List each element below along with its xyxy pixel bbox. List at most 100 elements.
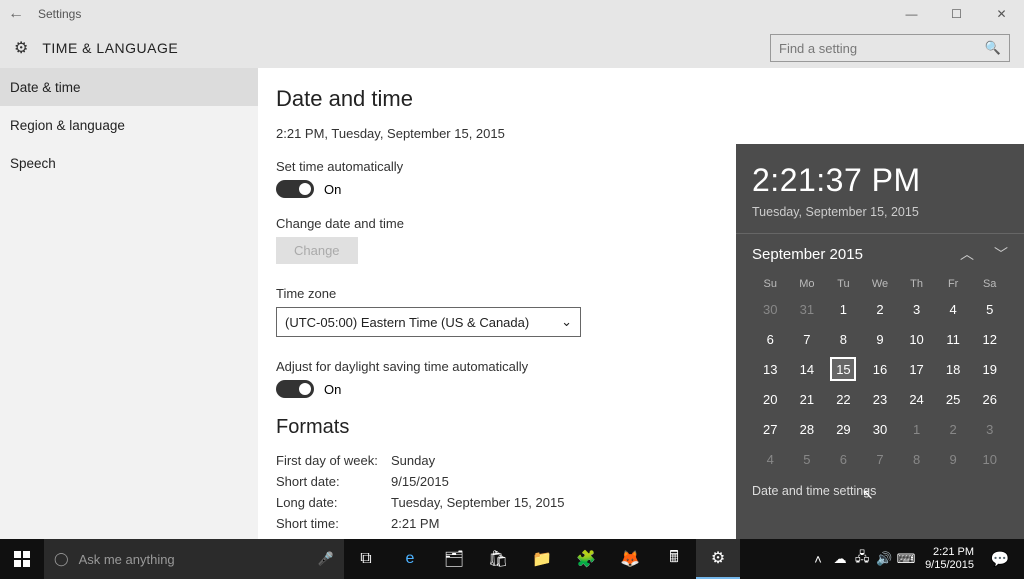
calculator-icon[interactable]: 🖩 bbox=[652, 539, 696, 579]
start-button[interactable] bbox=[0, 539, 44, 579]
calendar-day[interactable]: 30 bbox=[862, 414, 899, 444]
calendar-day[interactable]: 15 bbox=[825, 354, 862, 384]
sidebar-item-speech[interactable]: Speech bbox=[0, 144, 258, 182]
firefox-icon[interactable]: 🦊 bbox=[608, 539, 652, 579]
calendar-day[interactable]: 10 bbox=[898, 324, 935, 354]
cortana-icon: ◯ bbox=[54, 551, 69, 567]
calendar-day[interactable]: 3 bbox=[898, 294, 935, 324]
calendar-day[interactable]: 6 bbox=[825, 444, 862, 474]
sidebar-item-date-time[interactable]: Date & time bbox=[0, 68, 258, 106]
calendar-day[interactable]: 1 bbox=[898, 414, 935, 444]
section-heading: TIME & LANGUAGE bbox=[42, 40, 178, 56]
titlebar: ← Settings — ☐ ✕ bbox=[0, 0, 1024, 28]
calendar-day[interactable]: 25 bbox=[935, 384, 972, 414]
fmt-val: 2:21 PM bbox=[391, 516, 439, 531]
toggle-state: On bbox=[324, 382, 341, 397]
calendar-dow: Th bbox=[898, 274, 935, 294]
calendar-day[interactable]: 1 bbox=[825, 294, 862, 324]
clock-date: 9/15/2015 bbox=[925, 559, 974, 572]
input-icon[interactable]: ⌨ bbox=[895, 551, 917, 567]
header: ⚙ TIME & LANGUAGE Find a setting 🔍 bbox=[0, 28, 1024, 68]
calendar-day[interactable]: 9 bbox=[862, 324, 899, 354]
flyout-month[interactable]: September 2015 bbox=[752, 246, 863, 263]
calendar-day[interactable]: 9 bbox=[935, 444, 972, 474]
calendar-day[interactable]: 22 bbox=[825, 384, 862, 414]
calendar: SuMoTuWeThFrSa 3031123456789101112131415… bbox=[752, 274, 1008, 474]
timezone-select[interactable]: (UTC-05:00) Eastern Time (US & Canada) ⌄ bbox=[276, 307, 581, 337]
calendar-day[interactable]: 29 bbox=[825, 414, 862, 444]
minimize-button[interactable]: — bbox=[889, 0, 934, 28]
file-explorer-icon[interactable]: 🗂 bbox=[432, 539, 476, 579]
calendar-day[interactable]: 8 bbox=[825, 324, 862, 354]
calendar-day[interactable]: 5 bbox=[789, 444, 826, 474]
calendar-day[interactable]: 21 bbox=[789, 384, 826, 414]
calendar-day[interactable]: 28 bbox=[789, 414, 826, 444]
calendar-dow: Tu bbox=[825, 274, 862, 294]
tray-chevron-icon[interactable]: ˄ bbox=[807, 552, 829, 567]
calendar-day[interactable]: 30 bbox=[752, 294, 789, 324]
calendar-day[interactable]: 3 bbox=[971, 414, 1008, 444]
calendar-day[interactable]: 6 bbox=[752, 324, 789, 354]
maximize-button[interactable]: ☐ bbox=[934, 0, 979, 28]
calendar-day[interactable]: 4 bbox=[752, 444, 789, 474]
current-datetime: 2:21 PM, Tuesday, September 15, 2015 bbox=[276, 126, 1024, 141]
task-view-button[interactable]: ⧉ bbox=[344, 539, 388, 579]
calendar-day[interactable]: 5 bbox=[971, 294, 1008, 324]
calendar-day[interactable]: 4 bbox=[935, 294, 972, 324]
fmt-val: Sunday bbox=[391, 453, 435, 468]
calendar-day[interactable]: 11 bbox=[935, 324, 972, 354]
system-tray: ˄ ☁ 🖧 🔊 ⌨ 2:21 PM 9/15/2015 💬 bbox=[807, 539, 1024, 579]
calendar-day[interactable]: 17 bbox=[898, 354, 935, 384]
calendar-day[interactable]: 27 bbox=[752, 414, 789, 444]
search-input[interactable]: Find a setting 🔍 bbox=[770, 34, 1010, 62]
flyout-date: Tuesday, September 15, 2015 bbox=[752, 205, 1008, 219]
calendar-day[interactable]: 7 bbox=[789, 324, 826, 354]
calendar-day[interactable]: 2 bbox=[935, 414, 972, 444]
calendar-day[interactable]: 31 bbox=[789, 294, 826, 324]
fmt-key: Long date: bbox=[276, 495, 391, 510]
fmt-key: First day of week: bbox=[276, 453, 391, 468]
fmt-key: Short time: bbox=[276, 516, 391, 531]
taskbar-clock[interactable]: 2:21 PM 9/15/2015 bbox=[917, 546, 982, 572]
calendar-day[interactable]: 10 bbox=[971, 444, 1008, 474]
calendar-dow: Mo bbox=[789, 274, 826, 294]
calendar-day[interactable]: 19 bbox=[971, 354, 1008, 384]
taskbar-search[interactable]: ◯ Ask me anything 🎤 bbox=[44, 539, 344, 579]
calendar-day[interactable]: 12 bbox=[971, 324, 1008, 354]
edge-icon[interactable]: e bbox=[388, 539, 432, 579]
cursor-icon: ↖ bbox=[862, 486, 874, 503]
change-button: Change bbox=[276, 237, 358, 264]
calendar-day[interactable]: 20 bbox=[752, 384, 789, 414]
calendar-day[interactable]: 26 bbox=[971, 384, 1008, 414]
calendar-day[interactable]: 13 bbox=[752, 354, 789, 384]
date-time-settings-link[interactable]: Date and time settings ↖ bbox=[752, 484, 1008, 498]
back-button[interactable]: ← bbox=[8, 5, 28, 23]
onedrive-icon[interactable]: ☁ bbox=[829, 551, 851, 567]
fmt-val: Tuesday, September 15, 2015 bbox=[391, 495, 564, 510]
month-prev-button[interactable]: ︿ bbox=[960, 244, 974, 264]
page-title: Date and time bbox=[276, 86, 1024, 112]
calendar-day[interactable]: 16 bbox=[862, 354, 899, 384]
sidebar-item-region[interactable]: Region & language bbox=[0, 106, 258, 144]
close-button[interactable]: ✕ bbox=[979, 0, 1024, 28]
month-next-button[interactable]: ﹀ bbox=[994, 244, 1008, 264]
flyout-time: 2:21:37 PM bbox=[752, 162, 1008, 199]
sidebar-item-label: Region & language bbox=[10, 118, 125, 133]
action-center-icon[interactable]: 💬 bbox=[982, 550, 1018, 568]
network-icon[interactable]: 🖧 bbox=[851, 548, 873, 570]
store-icon[interactable]: 🛍 bbox=[476, 539, 520, 579]
calendar-day[interactable]: 2 bbox=[862, 294, 899, 324]
volume-icon[interactable]: 🔊 bbox=[873, 551, 895, 567]
app-icon[interactable]: 🧩 bbox=[564, 539, 608, 579]
chevron-down-icon: ⌄ bbox=[561, 314, 572, 330]
app-icon[interactable]: 📁 bbox=[520, 539, 564, 579]
calendar-day[interactable]: 8 bbox=[898, 444, 935, 474]
calendar-day[interactable]: 23 bbox=[862, 384, 899, 414]
calendar-day[interactable]: 18 bbox=[935, 354, 972, 384]
calendar-day[interactable]: 7 bbox=[862, 444, 899, 474]
calendar-day[interactable]: 14 bbox=[789, 354, 826, 384]
calendar-day[interactable]: 24 bbox=[898, 384, 935, 414]
search-placeholder: Ask me anything bbox=[79, 552, 308, 567]
link-text: Date and time settings bbox=[752, 484, 876, 498]
settings-taskbar-icon[interactable]: ⚙ bbox=[696, 539, 740, 579]
